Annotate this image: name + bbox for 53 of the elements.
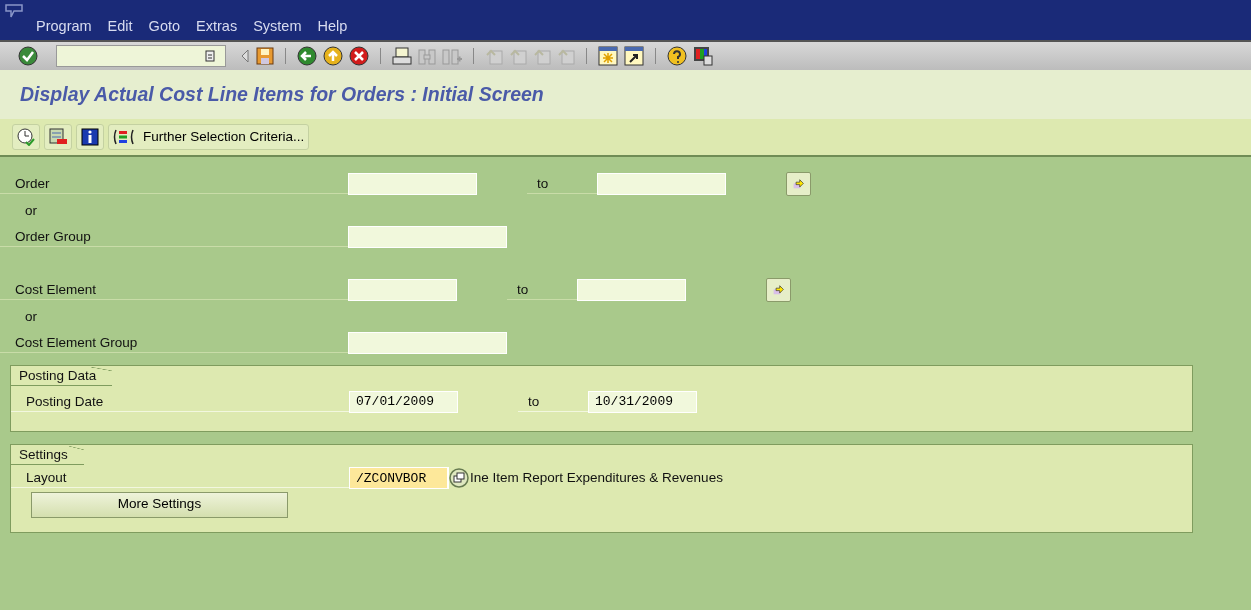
- menu-item[interactable]: Edit: [107, 16, 133, 38]
- frame-title: Posting Data: [11, 367, 113, 386]
- input-field[interactable]: [348, 279, 457, 302]
- criteria-icon: [113, 129, 137, 145]
- frame-title: Settings: [11, 445, 84, 465]
- layout-description: Ine Item Report Expenditures & Revenues: [470, 469, 723, 488]
- date-field[interactable]: 10/31/2009: [588, 390, 697, 413]
- form-icon: [49, 128, 67, 146]
- field-label: Posting Date: [11, 391, 349, 412]
- field-label: Order: [0, 174, 348, 195]
- layout-icon[interactable]: [693, 46, 713, 66]
- field-label: Order Group: [0, 226, 348, 247]
- menu-item[interactable]: Program: [36, 16, 92, 38]
- input-field[interactable]: [348, 225, 507, 248]
- exit-icon[interactable]: [323, 46, 343, 66]
- date-field[interactable]: 07/01/2009: [349, 390, 458, 413]
- or-label: or: [24, 307, 38, 326]
- selection-screen-button[interactable]: [44, 124, 72, 150]
- execute-button[interactable]: [12, 124, 40, 150]
- value-help-icon[interactable]: [449, 468, 469, 489]
- menu-item[interactable]: Extras: [196, 16, 238, 38]
- or-label: or: [24, 201, 38, 220]
- shortcut-icon[interactable]: [624, 46, 644, 66]
- screen-title: Display Actual Cost Line Items for Orders : Initial Screen: [20, 81, 544, 107]
- more-settings-button[interactable]: More Settings: [31, 491, 288, 518]
- input-field[interactable]: [577, 279, 686, 302]
- info-icon: [81, 128, 99, 146]
- field-label: Layout: [11, 468, 349, 489]
- save-icon[interactable]: [256, 47, 274, 65]
- input-field[interactable]: [348, 331, 507, 354]
- menu-item[interactable]: Goto: [148, 16, 181, 38]
- info-button[interactable]: [76, 124, 104, 150]
- print-icon[interactable]: [392, 47, 412, 65]
- new-session-icon[interactable]: [598, 46, 618, 66]
- field-label: Cost Element: [0, 280, 348, 301]
- input-field[interactable]: [348, 173, 477, 196]
- help-icon[interactable]: [667, 46, 687, 66]
- window-menu-icon[interactable]: [5, 4, 23, 18]
- layout-field[interactable]: /ZCONVBOR: [349, 467, 449, 490]
- multiple-selection-button[interactable]: [766, 278, 791, 303]
- menu-item[interactable]: System: [253, 16, 302, 38]
- back-triangle-icon[interactable]: [240, 49, 250, 63]
- field-label: Cost Element Group: [0, 332, 348, 353]
- enter-icon[interactable]: [18, 46, 38, 66]
- back-icon[interactable]: [297, 46, 317, 66]
- menu-icon[interactable]: [205, 50, 215, 62]
- cancel-icon[interactable]: [349, 46, 369, 66]
- input-field[interactable]: [597, 173, 726, 196]
- command-field[interactable]: [56, 45, 226, 67]
- menu-item[interactable]: Help: [317, 16, 348, 38]
- multiple-selection-button[interactable]: [786, 172, 811, 197]
- clock-check-icon: [17, 128, 35, 146]
- further-selection-button[interactable]: Further Selection Criteria...: [108, 124, 310, 150]
